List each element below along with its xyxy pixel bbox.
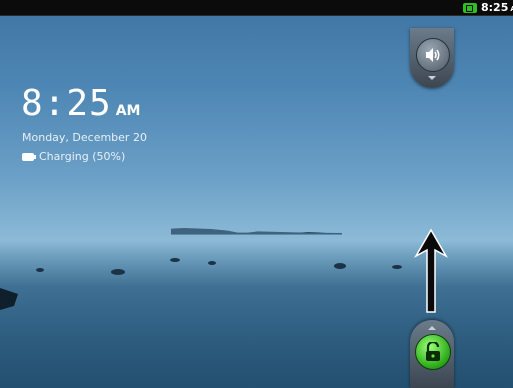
battery-icon <box>22 152 36 161</box>
charging-status: Charging (50%) <box>22 150 125 163</box>
unlock-padlock-icon[interactable] <box>415 334 451 370</box>
lock-screen: 8:25AM 8:25AM Monday, December 20 Chargi… <box>0 0 513 388</box>
up-arrow-icon <box>414 228 448 313</box>
lock-date: Monday, December 20 <box>22 131 147 144</box>
lock-clock: 8:25 AM <box>21 84 140 124</box>
unlock-slider-tab[interactable] <box>410 320 454 388</box>
chevron-up-icon <box>428 326 436 330</box>
clock-time: 8:25 <box>21 83 112 124</box>
speaker-icon[interactable] <box>416 38 450 72</box>
status-bar: 8:25AM <box>0 0 513 16</box>
charging-label: Charging (50%) <box>39 150 126 163</box>
status-bar-time: 8:25AM <box>481 1 513 14</box>
battery-charging-icon <box>463 3 477 13</box>
chevron-down-icon <box>428 76 436 80</box>
clock-ampm: AM <box>115 103 141 119</box>
sound-toggle-tab[interactable] <box>410 28 454 88</box>
